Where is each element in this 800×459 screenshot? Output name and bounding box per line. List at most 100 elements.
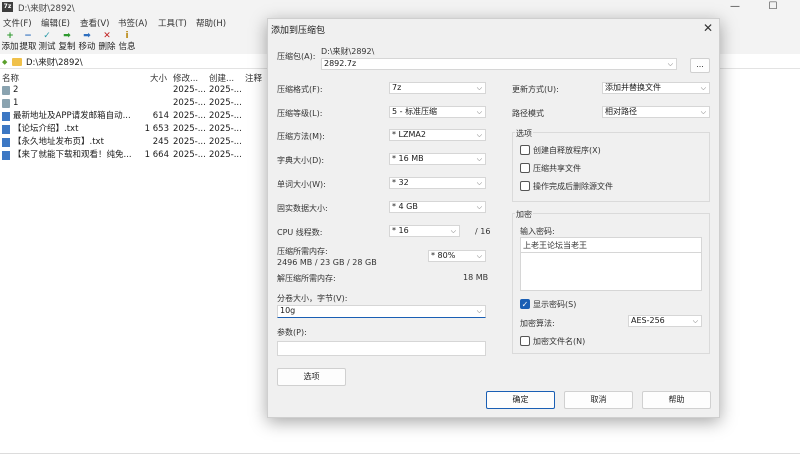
password-confirm-area[interactable] bbox=[520, 253, 702, 291]
up-arrow-icon[interactable]: ◆ bbox=[2, 58, 7, 66]
chevron-down-icon: ⌵ bbox=[476, 203, 482, 211]
title-bar bbox=[0, 0, 800, 15]
test-label: 测试 bbox=[38, 42, 56, 52]
text-file-icon bbox=[2, 138, 10, 147]
split-value: 10g bbox=[280, 306, 296, 315]
format-label: 压缩格式(F): bbox=[277, 85, 323, 94]
password-input[interactable]: 上老王论坛当老王 bbox=[520, 237, 702, 253]
solid-label: 固实数据大小: bbox=[277, 204, 328, 213]
archive-label: 压缩包(A): bbox=[277, 52, 316, 61]
chevron-down-icon: ⌵ bbox=[692, 317, 698, 325]
extract-label: 提取 bbox=[19, 42, 37, 52]
sfx-checkbox[interactable] bbox=[520, 145, 530, 155]
encrypt-names-checkbox[interactable] bbox=[520, 336, 530, 346]
method-combo[interactable]: * LZMA2 ⌵ bbox=[389, 129, 486, 141]
file-created: 2025-... bbox=[209, 98, 242, 108]
chevron-down-icon: ⌵ bbox=[450, 227, 456, 235]
enc-method-combo[interactable]: AES-256 ⌵ bbox=[628, 315, 702, 327]
file-modified: 2025-... bbox=[173, 124, 206, 134]
chevron-down-icon: ⌵ bbox=[476, 131, 482, 139]
cancel-button[interactable]: 取消 bbox=[564, 391, 633, 409]
delete-button[interactable]: ✕ 删除 bbox=[98, 31, 116, 53]
text-file-icon bbox=[2, 125, 10, 134]
close-icon[interactable]: ✕ bbox=[700, 21, 716, 37]
status-divider bbox=[0, 453, 800, 454]
delete-after-label: 操作完成后删除源文件 bbox=[533, 182, 613, 191]
mem-pct-value: * 80% bbox=[431, 251, 456, 260]
delete-after-checkbox[interactable] bbox=[520, 181, 530, 191]
path-mode-label: 路径模式 bbox=[512, 109, 544, 118]
split-combo[interactable]: 10g ⌵ bbox=[277, 305, 486, 318]
chevron-down-icon: ⌵ bbox=[476, 108, 482, 116]
address-path[interactable]: D:\来财\2892\ bbox=[26, 56, 83, 68]
copy-button[interactable]: ➡ 复制 bbox=[58, 31, 76, 53]
file-size: 245 bbox=[152, 137, 169, 147]
menu-bookmarks[interactable]: 书签(A) bbox=[118, 17, 147, 29]
options-button[interactable]: 选项 bbox=[277, 368, 346, 386]
move-button[interactable]: ➡ 移动 bbox=[78, 31, 96, 53]
params-input[interactable] bbox=[277, 341, 486, 356]
menu-file[interactable]: 文件(F) bbox=[3, 17, 32, 29]
chevron-down-icon: ⌵ bbox=[476, 179, 482, 187]
folder-icon bbox=[2, 99, 10, 108]
column-header-created[interactable]: 创建... bbox=[209, 72, 234, 84]
menu-view[interactable]: 查看(V) bbox=[80, 17, 109, 29]
column-header-modified[interactable]: 修改... bbox=[173, 72, 198, 84]
update-combo[interactable]: 添加并替换文件 ⌵ bbox=[602, 82, 710, 94]
copy-label: 复制 bbox=[58, 42, 76, 52]
file-row[interactable]: 【论坛介绍】.txt 1 653 2025-... 2025-... bbox=[0, 123, 265, 136]
archive-name-value: 2892.7z bbox=[324, 59, 357, 68]
format-value: 7z bbox=[392, 83, 402, 92]
text-file-icon bbox=[2, 151, 10, 160]
help-button[interactable]: 帮助 bbox=[642, 391, 711, 409]
path-mode-combo[interactable]: 相对路径 ⌵ bbox=[602, 106, 710, 118]
dict-combo[interactable]: * 16 MB ⌵ bbox=[389, 153, 486, 165]
chevron-down-icon: ⌵ bbox=[476, 307, 482, 315]
file-row[interactable]: 【来了就能下载和观看！纯免... 1 664 2025-... 2025-... bbox=[0, 149, 265, 162]
extract-icon: − bbox=[24, 31, 32, 41]
show-password-checkbox[interactable]: ✓ bbox=[520, 299, 530, 309]
test-button[interactable]: ✓ 测试 bbox=[38, 31, 56, 53]
archive-name-combo[interactable]: 2892.7z ⌵ bbox=[321, 58, 677, 70]
file-row[interactable]: 最新地址及APP请发邮箱自动... 614 2025-... 2025-... bbox=[0, 110, 265, 123]
maximize-button[interactable]: ☐ bbox=[758, 0, 788, 15]
path-mode-value: 相对路径 bbox=[605, 107, 637, 116]
chevron-down-icon: ⌵ bbox=[700, 84, 706, 92]
shared-checkbox[interactable] bbox=[520, 163, 530, 173]
column-header-name[interactable]: 名称 bbox=[2, 72, 19, 84]
folder-icon bbox=[2, 86, 10, 95]
info-button[interactable]: i 信息 bbox=[118, 31, 136, 53]
file-size: 1 664 bbox=[144, 150, 169, 160]
file-created: 2025-... bbox=[209, 111, 242, 121]
column-header-comment[interactable]: 注释 bbox=[245, 72, 262, 84]
solid-combo[interactable]: * 4 GB ⌵ bbox=[389, 201, 486, 213]
file-row[interactable]: 【永久地址发布页】.txt 245 2025-... 2025-... bbox=[0, 136, 265, 149]
file-row[interactable]: 2 2025-... 2025-... bbox=[0, 84, 265, 97]
word-value: * 32 bbox=[392, 178, 409, 187]
level-combo[interactable]: 5 - 标准压缩 ⌵ bbox=[389, 106, 486, 118]
add-label: 添加 bbox=[1, 42, 19, 52]
mem-pct-combo[interactable]: * 80% ⌵ bbox=[428, 250, 486, 262]
format-combo[interactable]: 7z ⌵ bbox=[389, 82, 486, 94]
test-icon: ✓ bbox=[43, 31, 51, 41]
menu-tools[interactable]: 工具(T) bbox=[158, 17, 187, 29]
word-combo[interactable]: * 32 ⌵ bbox=[389, 177, 486, 189]
level-label: 压缩等级(L): bbox=[277, 109, 323, 118]
copy-icon: ➡ bbox=[63, 31, 71, 41]
cpu-combo[interactable]: * 16 ⌵ bbox=[389, 225, 460, 237]
ok-button[interactable]: 确定 bbox=[486, 391, 555, 409]
file-created: 2025-... bbox=[209, 124, 242, 134]
menu-edit[interactable]: 编辑(E) bbox=[41, 17, 70, 29]
file-modified: 2025-... bbox=[173, 98, 206, 108]
add-button[interactable]: + 添加 bbox=[1, 31, 19, 53]
archive-dir: D:\来财\2892\ bbox=[321, 47, 375, 56]
file-created: 2025-... bbox=[209, 85, 242, 95]
extract-button[interactable]: − 提取 bbox=[19, 31, 37, 53]
minimize-button[interactable]: — bbox=[720, 0, 750, 15]
word-label: 单词大小(W): bbox=[277, 180, 326, 189]
update-label: 更新方式(U): bbox=[512, 85, 559, 94]
column-header-size[interactable]: 大小 bbox=[150, 72, 167, 84]
menu-help[interactable]: 帮助(H) bbox=[196, 17, 226, 29]
browse-button[interactable]: ... bbox=[690, 58, 710, 73]
file-row[interactable]: 1 2025-... 2025-... bbox=[0, 97, 265, 110]
